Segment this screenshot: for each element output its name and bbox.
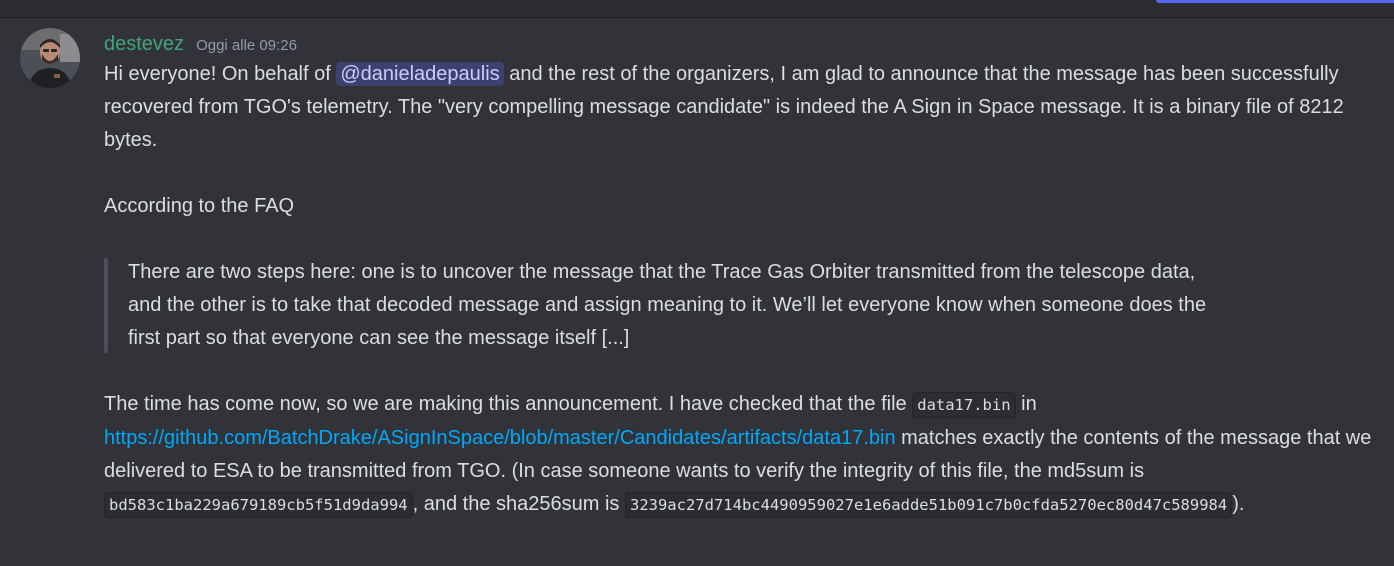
message-paragraph-3: The time has come now, so we are making … (104, 388, 1374, 522)
inline-code-filename: data17.bin (912, 392, 1016, 418)
avatar[interactable] (20, 28, 80, 88)
blockquote: There are two steps here: one is to unco… (104, 256, 1374, 355)
blockquote-text: There are two steps here: one is to unco… (128, 261, 1207, 349)
github-link[interactable]: https://github.com/BatchDrake/ASignInSpa… (104, 427, 896, 449)
blockquote-bar (104, 258, 108, 353)
paragraph-text: in (1015, 393, 1037, 415)
paragraph-text: ). (1232, 493, 1245, 515)
user-mention[interactable]: @danieladepaulis (336, 62, 504, 86)
inline-code-sha256: 3239ac27d714bc4490959027e1e6adde51b091c7… (624, 492, 1233, 518)
message-paragraph-2: According to the FAQ (104, 195, 295, 217)
paragraph-text: The time has come now, so we are making … (104, 393, 913, 415)
username[interactable]: destevez (104, 28, 184, 61)
message: destevez Oggi alle 09:26 Hi everyone! On… (104, 28, 1374, 522)
top-accent-bar (1156, 0, 1394, 3)
message-paragraph-1: Hi everyone! On behalf of @danieladepaul… (104, 58, 1374, 157)
inline-code-md5: bd583c1ba229a679189cb5f51d9da994 (104, 492, 413, 518)
user-avatar-icon (20, 28, 80, 88)
message-header: destevez Oggi alle 09:26 (104, 28, 1374, 58)
paragraph-text: , and the sha256sum is (412, 493, 625, 515)
paragraph-text: Hi everyone! On behalf of (104, 63, 337, 85)
